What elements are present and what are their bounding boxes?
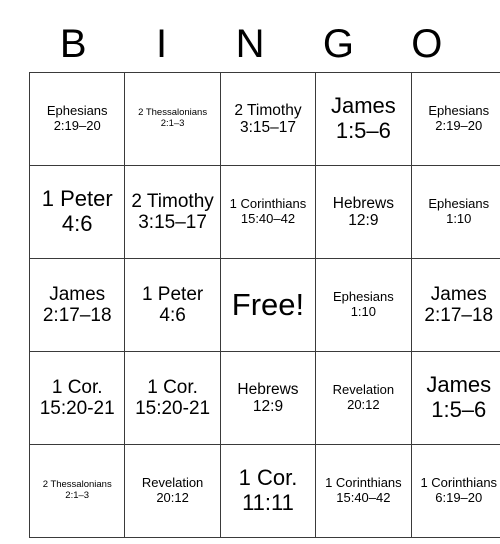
bingo-cell[interactable]: Revelation 20:12 [124, 444, 221, 538]
bingo-header-letter-i: I [156, 22, 168, 66]
bingo-cell[interactable]: Ephesians 2:19–20 [28, 72, 126, 166]
bingo-cell[interactable]: 1 Corinthians 15:40–42 [315, 444, 412, 538]
bingo-cell[interactable]: Hebrews 12:9 [315, 165, 412, 259]
bingo-card: B I N G O Ephesians 2:19–20 2 Thessaloni… [28, 16, 500, 538]
bingo-cell[interactable]: James 1:5–6 [410, 351, 500, 445]
bingo-row: 2 Thessalonians 2:1–3 Revelation 20:12 1… [28, 444, 500, 538]
bingo-cell[interactable]: 2 Thessalonians 2:1–3 [124, 72, 221, 166]
bingo-cell[interactable]: 1 Cor. 11:11 [219, 444, 317, 538]
bingo-header-row: B I N G O [29, 16, 471, 72]
bingo-grid: Ephesians 2:19–20 2 Thessalonians 2:1–3 … [28, 72, 500, 538]
bingo-cell[interactable]: Hebrews 12:9 [219, 351, 317, 445]
bingo-cell[interactable]: 2 Timothy 3:15–17 [124, 165, 221, 259]
bingo-row: Ephesians 2:19–20 2 Thessalonians 2:1–3 … [28, 72, 500, 166]
bingo-free-space[interactable]: Free! [219, 258, 317, 352]
bingo-cell[interactable]: 1 Cor. 15:20-21 [124, 351, 221, 445]
bingo-cell[interactable]: Ephesians 1:10 [315, 258, 412, 352]
bingo-cell[interactable]: James 2:17–18 [410, 258, 500, 352]
bingo-header-letter-n: N [235, 22, 265, 66]
bingo-header-letter-b: B [59, 22, 87, 66]
bingo-row: James 2:17–18 1 Peter 4:6 Free! Ephesian… [28, 258, 500, 352]
bingo-cell[interactable]: James 1:5–6 [315, 72, 412, 166]
bingo-cell[interactable]: Revelation 20:12 [315, 351, 412, 445]
bingo-cell[interactable]: 1 Corinthians 6:19–20 [410, 444, 500, 538]
bingo-row: 1 Peter 4:6 2 Timothy 3:15–17 1 Corinthi… [28, 165, 500, 259]
bingo-cell[interactable]: 1 Peter 4:6 [124, 258, 221, 352]
bingo-row: 1 Cor. 15:20-21 1 Cor. 15:20-21 Hebrews … [28, 351, 500, 445]
bingo-cell[interactable]: Ephesians 1:10 [410, 165, 500, 259]
bingo-cell[interactable]: James 2:17–18 [28, 258, 126, 352]
bingo-cell[interactable]: 2 Thessalonians 2:1–3 [28, 444, 126, 538]
bingo-cell[interactable]: 1 Peter 4:6 [28, 165, 126, 259]
bingo-cell[interactable]: 2 Timothy 3:15–17 [219, 72, 317, 166]
bingo-header-letter-g: G [322, 22, 354, 66]
bingo-cell[interactable]: 1 Cor. 15:20-21 [28, 351, 126, 445]
bingo-header-letter-o: O [411, 22, 443, 66]
bingo-cell[interactable]: 1 Corinthians 15:40–42 [219, 165, 317, 259]
bingo-cell[interactable]: Ephesians 2:19–20 [410, 72, 500, 166]
